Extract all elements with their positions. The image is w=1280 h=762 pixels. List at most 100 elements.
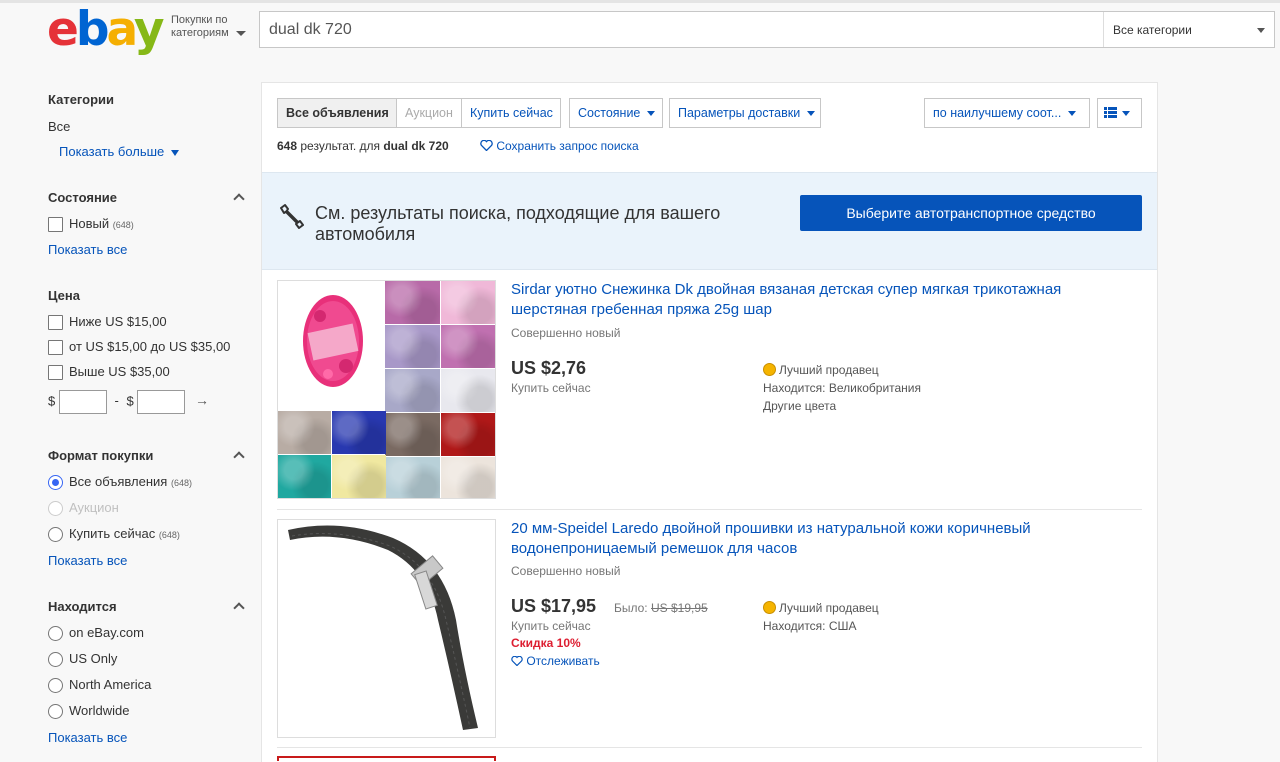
- price-option-between[interactable]: от US $15,00 до US $35,00: [48, 339, 230, 356]
- item-title-link[interactable]: 20 мм-Speidel Laredo двойной прошивки из…: [511, 519, 1101, 558]
- watch-strap-image: [288, 525, 478, 730]
- item-discount: Скидка 10%: [511, 636, 581, 650]
- location-option-ebay[interactable]: on eBay.com: [48, 625, 144, 642]
- color-swatch: [385, 413, 440, 456]
- caret-down-icon: [1068, 111, 1077, 117]
- price-option-under[interactable]: Ниже US $15,00: [48, 314, 167, 331]
- radio: [48, 652, 63, 668]
- chevron-down-icon[interactable]: [236, 31, 246, 36]
- chevron-up-icon[interactable]: [233, 193, 245, 205]
- color-swatch: [332, 455, 386, 498]
- tab-buy-now[interactable]: Купить сейчас: [461, 98, 561, 128]
- divider: [277, 747, 1142, 748]
- price-min-input[interactable]: [58, 390, 107, 414]
- radio: [48, 678, 63, 694]
- price-heading: Цена: [48, 288, 80, 303]
- checkbox: [48, 217, 63, 233]
- vehicle-banner: См. результаты поиска, подходящие для ва…: [262, 172, 1157, 270]
- checkbox: [48, 365, 63, 381]
- radio: [48, 704, 63, 720]
- item-price: US $17,95: [511, 596, 597, 616]
- color-swatch: [278, 455, 331, 498]
- price-max-input[interactable]: [137, 390, 186, 414]
- color-swatch: [441, 413, 495, 456]
- caret-down-icon: [170, 149, 179, 156]
- location-option-us[interactable]: US Only: [48, 651, 117, 668]
- color-swatch: [385, 325, 440, 368]
- color-swatch: [441, 325, 495, 368]
- checkbox: [48, 315, 63, 331]
- condition-heading: Состояние: [48, 190, 118, 205]
- item-image-watch-strap[interactable]: [277, 519, 496, 738]
- radio-selected: [48, 475, 63, 491]
- item-seller-info: Лучший продавец Находится: Великобритани…: [763, 363, 922, 413]
- item-buy-format: Купить сейчас: [511, 381, 591, 395]
- chevron-up-icon[interactable]: [233, 602, 245, 614]
- shop-by-category-button[interactable]: Покупки по категориям: [171, 14, 229, 40]
- item-title-link[interactable]: Sirdar уютно Снежинка Dk двойная вязаная…: [511, 280, 1101, 319]
- results-panel: Все объявления Аукцион Купить сейчас Сос…: [261, 82, 1158, 762]
- color-swatch: [385, 457, 440, 498]
- condition-dropdown[interactable]: Состояние: [569, 98, 663, 128]
- color-swatch: [278, 411, 331, 454]
- search-input[interactable]: [260, 12, 1103, 47]
- item-price: US $2,76: [511, 358, 587, 378]
- price-option-over[interactable]: Выше US $35,00: [48, 364, 170, 381]
- condition-show-all-link[interactable]: Показать все: [48, 242, 127, 257]
- radio: [48, 527, 63, 543]
- caret-down-icon: [807, 111, 816, 117]
- caret-down-icon: [647, 111, 656, 117]
- format-show-all-link[interactable]: Показать все: [48, 553, 127, 568]
- color-swatch-grid: [385, 281, 495, 498]
- category-all[interactable]: Все: [48, 119, 70, 134]
- yarn-ball-image: [303, 295, 363, 387]
- condition-option-new[interactable]: Новый (648): [48, 216, 134, 233]
- chevron-down-icon: [1257, 28, 1265, 33]
- location-option-worldwide[interactable]: Worldwide: [48, 703, 129, 720]
- list-view-icon: [1104, 106, 1117, 121]
- category-select[interactable]: Все категории: [1103, 12, 1274, 47]
- search-bar: Все категории: [259, 11, 1275, 48]
- format-option-auction: Аукцион: [48, 500, 119, 517]
- watch-link[interactable]: Отслеживать: [511, 654, 600, 668]
- currency-symbol: $: [48, 393, 56, 409]
- color-swatch: [385, 281, 440, 324]
- range-dash: -: [114, 393, 119, 409]
- sort-dropdown[interactable]: по наилучшему соот...: [924, 98, 1090, 128]
- radio-disabled: [48, 501, 63, 517]
- color-swatch-grid: [278, 411, 386, 498]
- show-more-link[interactable]: Показать больше: [59, 144, 179, 159]
- top-border: [0, 0, 1280, 3]
- location-show-all-link[interactable]: Показать все: [48, 730, 127, 745]
- color-swatch: [385, 369, 440, 412]
- location-heading: Находится: [48, 599, 117, 614]
- view-toggle[interactable]: [1097, 98, 1142, 128]
- categories-heading: Категории: [48, 92, 115, 107]
- item-condition: Совершенно новый: [511, 564, 621, 578]
- color-swatch: [441, 457, 495, 498]
- location-option-na[interactable]: North America: [48, 677, 151, 694]
- wrench-icon: [280, 204, 304, 229]
- format-option-buynow[interactable]: Купить сейчас (648): [48, 526, 180, 543]
- listing-item: Sirdar уютно Снежинка Dk двойная вязаная…: [277, 280, 1142, 500]
- color-swatch: [441, 281, 495, 324]
- format-option-all[interactable]: Все объявления (648): [48, 474, 192, 491]
- top-seller-medal-icon: [763, 601, 776, 614]
- radio: [48, 626, 63, 642]
- next-item-image-edge: [277, 756, 496, 761]
- item-image-yarn[interactable]: [277, 280, 496, 499]
- heart-icon: [511, 655, 523, 667]
- select-vehicle-button[interactable]: Выберите автотранспортное средство: [800, 195, 1142, 231]
- chevron-up-icon[interactable]: [233, 451, 245, 463]
- arrow-right-icon[interactable]: →: [195, 392, 209, 408]
- item-was-price: Было: US $19,95: [614, 601, 708, 615]
- shipping-dropdown[interactable]: Параметры доставки: [669, 98, 821, 128]
- top-seller-medal-icon: [763, 363, 776, 376]
- tab-all-listings[interactable]: Все объявления: [277, 98, 397, 128]
- listing-item: 20 мм-Speidel Laredo двойной прошивки из…: [277, 519, 1142, 739]
- item-seller-info: Лучший продавец Находится: США: [763, 601, 879, 633]
- save-search-link[interactable]: Сохранить запрос поиска: [480, 139, 639, 153]
- ebay-logo[interactable]: ebay: [47, 6, 164, 54]
- currency-symbol: $: [126, 393, 134, 409]
- heart-icon: [480, 139, 493, 152]
